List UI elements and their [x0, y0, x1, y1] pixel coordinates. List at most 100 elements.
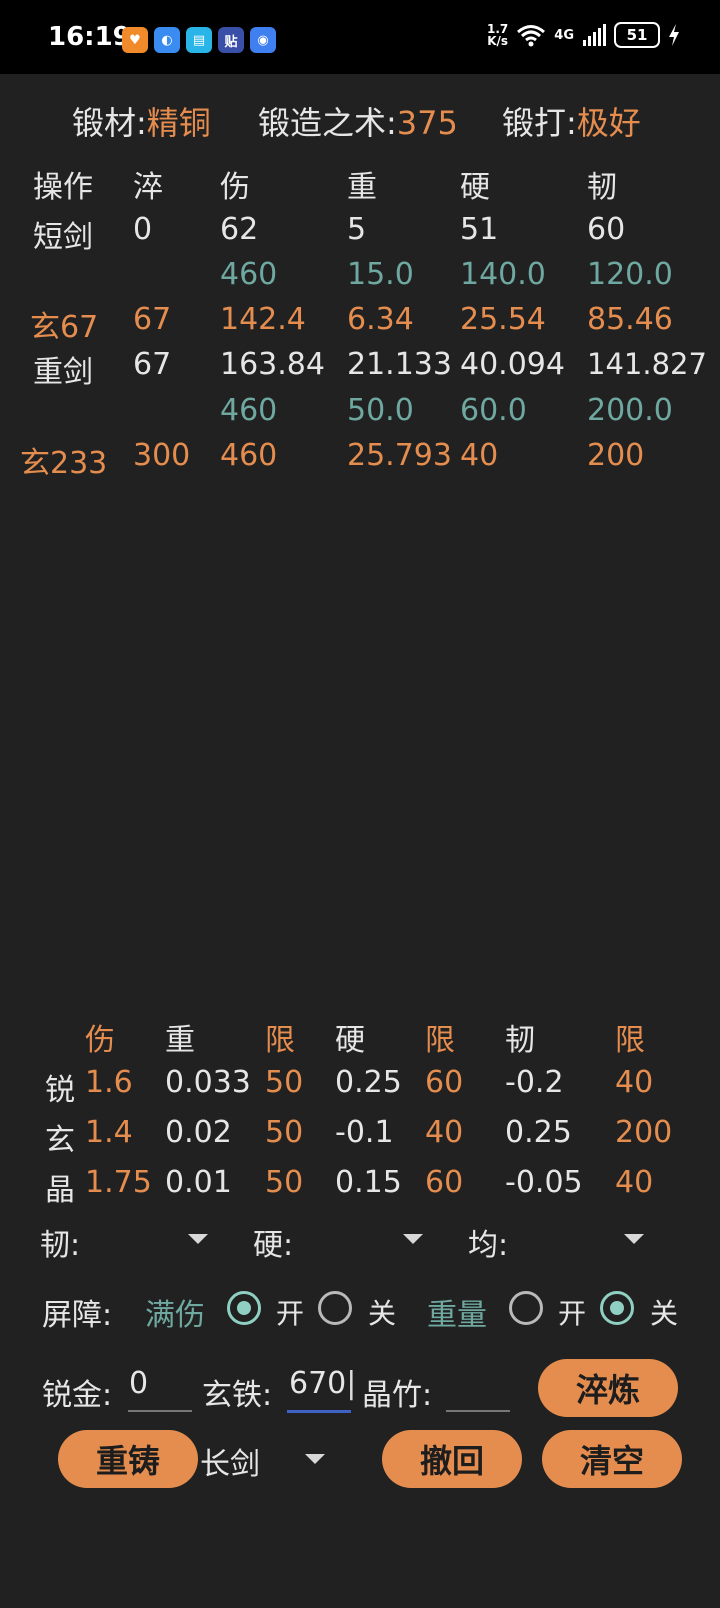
chevron-down-icon [403, 1234, 423, 1244]
weight-on-radio[interactable] [509, 1291, 543, 1325]
recast-button[interactable]: 重铸 [58, 1430, 198, 1488]
coef-header: 伤 [85, 1023, 115, 1058]
coef-cell: 60 [425, 1065, 464, 1100]
table-cell: 6.34 [347, 302, 414, 337]
app-icon-browser: ◐ [154, 27, 180, 53]
status-time: 16:19 [48, 22, 131, 52]
app-icon-tieba: 贴 [218, 27, 244, 53]
coef-header: 重 [165, 1023, 195, 1058]
table-cell: 25.54 [460, 302, 546, 337]
coef-cell: 0.25 [505, 1115, 572, 1150]
coef-header: 限 [425, 1023, 455, 1058]
table-cell: 21.133 [347, 347, 452, 382]
coef-cell: 锐 [45, 1073, 75, 1108]
even-dropdown-label: 均: [468, 1228, 509, 1263]
table-header: 硬 [460, 170, 490, 205]
hard-dropdown-label: 硬: [253, 1228, 294, 1263]
chevron-down-icon [305, 1454, 325, 1464]
table-cell: 短剑 [33, 220, 93, 255]
rui-jin-label: 锐金: [42, 1378, 113, 1413]
table-cell: 0 [133, 212, 153, 247]
table-cell: 460 [220, 438, 278, 473]
table-header: 伤 [220, 170, 250, 205]
network-type: 4G [554, 27, 574, 43]
coef-cell: 40 [615, 1165, 654, 1200]
material-info: 锻材:精铜 [72, 104, 211, 142]
table-cell: 67 [133, 302, 172, 337]
coef-cell: 50 [265, 1065, 304, 1100]
full-damage-label: 满伤 [145, 1298, 205, 1333]
weapon-select-value: 长剑 [200, 1447, 260, 1482]
chevron-down-icon [188, 1234, 208, 1244]
text-cursor: | [346, 1366, 357, 1401]
full-damage-off-radio[interactable] [318, 1291, 352, 1325]
table-cell: 300 [133, 438, 191, 473]
coef-cell: -0.05 [505, 1165, 583, 1200]
skill-info: 锻造之术:375 [258, 104, 458, 142]
battery-indicator: 51 [614, 22, 660, 48]
full-damage-on-label: 开 [276, 1297, 305, 1330]
jing-zhu-underline [446, 1410, 510, 1412]
coef-cell: 0.25 [335, 1065, 402, 1100]
notification-icons: ♥ ◐ ▤ 贴 ◉ [122, 27, 276, 53]
coef-cell: 40 [425, 1115, 464, 1150]
coef-cell: 200 [615, 1115, 673, 1150]
weight-off-label: 关 [650, 1297, 679, 1330]
coef-cell: 50 [265, 1115, 304, 1150]
full-damage-on-radio[interactable] [227, 1291, 261, 1325]
table-cell: 40 [460, 438, 499, 473]
coef-cell: 40 [615, 1065, 654, 1100]
table-cell: 60.0 [460, 393, 527, 428]
table-cell: 60 [587, 212, 626, 247]
xuan-tie-underline [287, 1410, 351, 1413]
table-cell: 460 [220, 257, 278, 292]
table-cell: 5 [347, 212, 367, 247]
table-header: 韧 [587, 170, 617, 205]
table-cell: 15.0 [347, 257, 414, 292]
coef-header: 韧 [505, 1023, 535, 1058]
coef-header: 限 [615, 1023, 645, 1058]
rui-jin-input[interactable]: 0 [129, 1366, 148, 1401]
table-cell: 200.0 [587, 393, 673, 428]
weight-label: 重量 [427, 1298, 487, 1333]
table-header: 淬 [133, 170, 163, 205]
barrier-label: 屏障: [42, 1298, 113, 1333]
coef-cell: 1.6 [85, 1065, 133, 1100]
coef-cell: 0.02 [165, 1115, 232, 1150]
table-header: 操作 [33, 170, 93, 205]
coef-cell: 晶 [45, 1173, 75, 1208]
temper-button[interactable]: 淬炼 [538, 1359, 678, 1417]
status-right: 1.7 K/s 4G 51 [487, 22, 680, 48]
coef-cell: 0.01 [165, 1165, 232, 1200]
charging-icon [669, 24, 679, 46]
table-cell: 25.793 [347, 438, 452, 473]
table-cell: 142.4 [220, 302, 306, 337]
undo-button[interactable]: 撤回 [382, 1430, 522, 1488]
coef-cell: 1.4 [85, 1115, 133, 1150]
table-cell: 67 [133, 347, 172, 382]
table-cell: 玄67 [30, 310, 99, 345]
coef-cell: 玄 [45, 1123, 75, 1158]
coef-cell: 0.033 [165, 1065, 251, 1100]
tough-dropdown-label: 韧: [40, 1228, 81, 1263]
table-cell: 50.0 [347, 393, 414, 428]
coef-header: 硬 [335, 1023, 365, 1058]
app-icon-book: ▤ [186, 27, 212, 53]
weight-on-label: 开 [558, 1297, 587, 1330]
app-icon-orange: ♥ [122, 27, 148, 53]
table-header: 重 [347, 170, 377, 205]
rui-jin-underline [128, 1410, 192, 1412]
table-cell: 玄233 [20, 446, 108, 481]
table-cell: 120.0 [587, 257, 673, 292]
coef-cell: 60 [425, 1165, 464, 1200]
coef-header: 限 [265, 1023, 295, 1058]
coef-cell: -0.2 [505, 1065, 564, 1100]
wifi-icon [517, 25, 546, 47]
weight-off-radio[interactable] [600, 1291, 634, 1325]
xuan-tie-input[interactable]: 670| [289, 1366, 356, 1401]
table-cell: 85.46 [587, 302, 673, 337]
clear-button[interactable]: 清空 [542, 1430, 682, 1488]
table-cell: 40.094 [460, 347, 565, 382]
forge-info: 锻打:极好 [502, 104, 641, 142]
coef-cell: 1.75 [85, 1165, 152, 1200]
